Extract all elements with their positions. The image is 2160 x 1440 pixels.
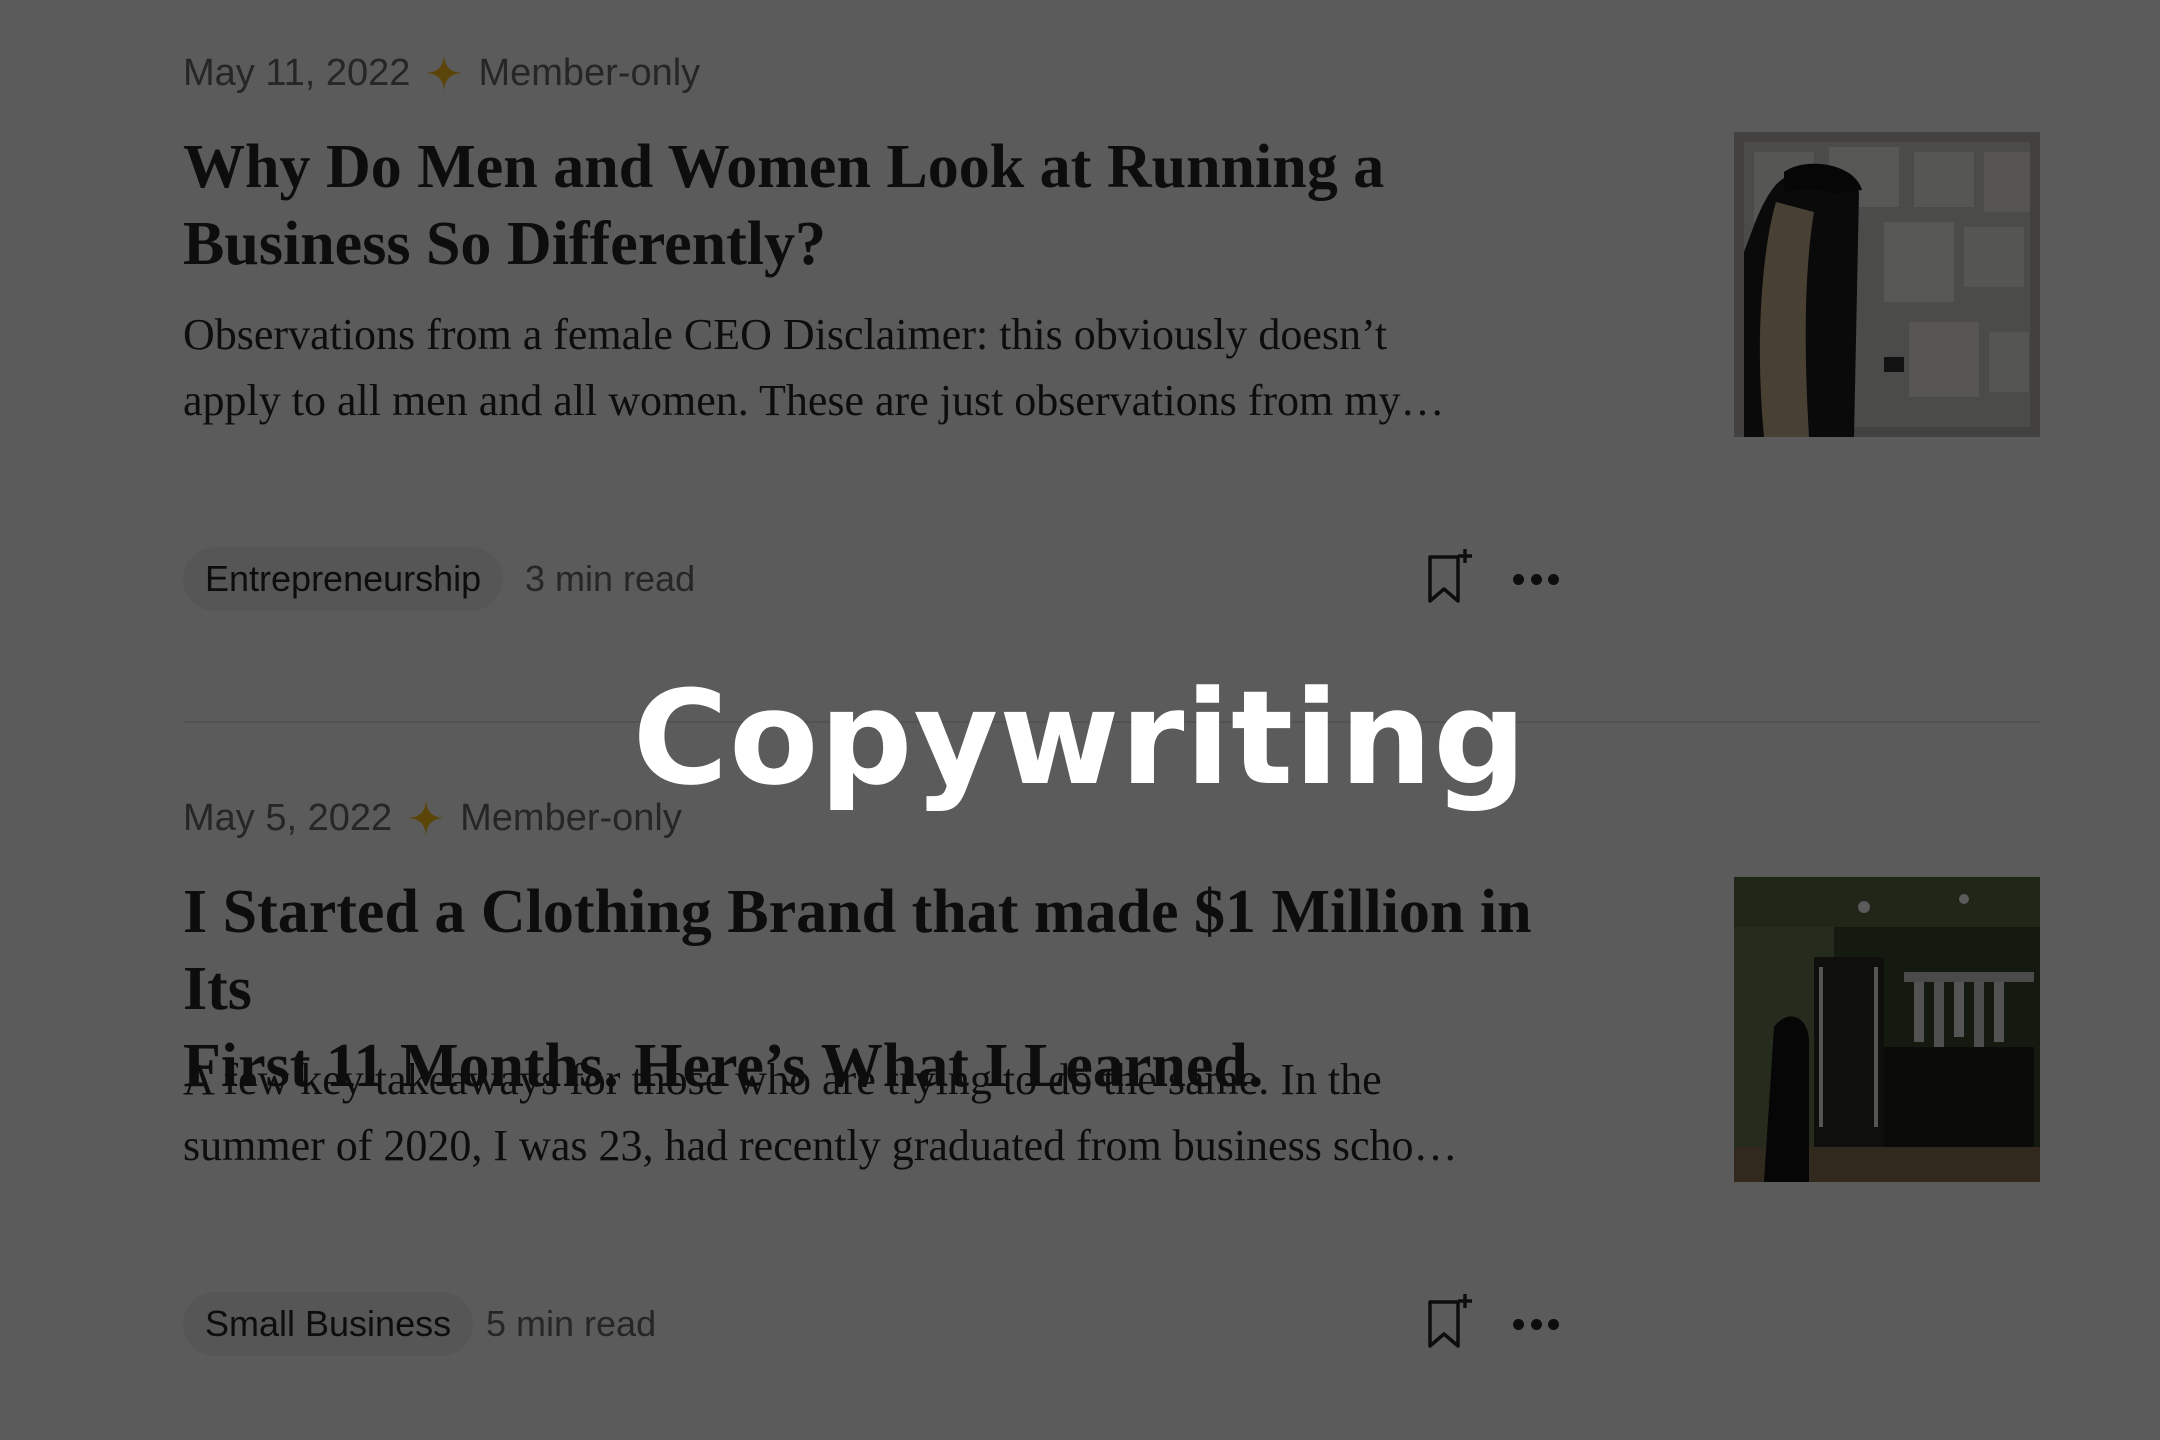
more-options-icon[interactable]	[1513, 561, 1559, 597]
article-title[interactable]: Why Do Men and Women Look at Running a Bu…	[183, 129, 1603, 283]
article-card[interactable]: May 11, 2022 Member-only Why Do Men and …	[183, 40, 2040, 611]
article-meta: May 11, 2022 Member-only	[183, 40, 2040, 106]
member-star-icon	[426, 55, 463, 91]
title-line[interactable]: Business So Differently?	[183, 210, 826, 278]
article-footer: Small Business 5 min read	[183, 1292, 1583, 1362]
member-only-label: Member-only	[478, 51, 701, 94]
article-excerpt[interactable]: A few key takeaways for those who are tr…	[183, 1047, 1583, 1179]
bookmark-add-icon[interactable]	[1424, 1290, 1476, 1354]
overlay-title: Copywriting	[632, 662, 1528, 814]
article-footer: Entrepreneurship 3 min read	[183, 547, 1583, 617]
excerpt-line[interactable]: Observations from a female CEO Disclaime…	[183, 310, 1387, 359]
article-thumbnail[interactable]	[1734, 877, 2040, 1182]
excerpt-line[interactable]: apply to all men and all women. These ar…	[183, 376, 1444, 425]
thumbnail-image[interactable]	[1734, 877, 2040, 1182]
title-line[interactable]: Why Do Men and Women Look at Running a	[183, 133, 1384, 201]
thumbnail-image[interactable]	[1734, 132, 2040, 437]
excerpt-line[interactable]: A few key takeaways for those who are tr…	[183, 1055, 1382, 1104]
title-line[interactable]: I Started a Clothing Brand that made $1 …	[183, 878, 1532, 1023]
read-time: 3 min read	[525, 558, 696, 599]
topic-tag[interactable]: Small Business	[183, 1292, 474, 1356]
read-time: 5 min read	[486, 1303, 657, 1344]
article-date: May 11, 2022	[183, 51, 411, 94]
article-thumbnail[interactable]	[1734, 132, 2040, 437]
excerpt-line[interactable]: summer of 2020, I was 23, had recently g…	[183, 1121, 1457, 1170]
more-options-icon[interactable]	[1513, 1306, 1559, 1342]
bookmark-add-icon[interactable]	[1424, 545, 1476, 609]
topic-tag[interactable]: Entrepreneurship	[183, 547, 504, 611]
article-excerpt[interactable]: Observations from a female CEO Disclaime…	[183, 302, 1583, 434]
